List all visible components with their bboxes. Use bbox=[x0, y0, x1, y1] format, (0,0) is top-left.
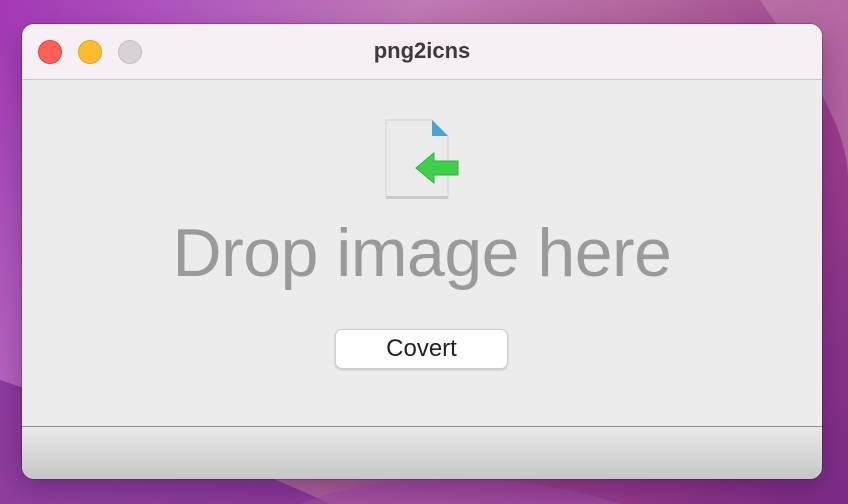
file-import-icon bbox=[385, 119, 459, 199]
drop-zone[interactable]: Drop image here Covert bbox=[22, 80, 822, 426]
window-title: png2icns bbox=[373, 38, 471, 63]
drop-label: Drop image here bbox=[172, 215, 672, 291]
title-bar[interactable]: png2icns bbox=[22, 24, 822, 80]
convert-button[interactable]: Covert bbox=[335, 329, 508, 369]
bottom-bar bbox=[22, 426, 822, 479]
app-window: png2icns Drop image here Covert bbox=[22, 24, 822, 479]
